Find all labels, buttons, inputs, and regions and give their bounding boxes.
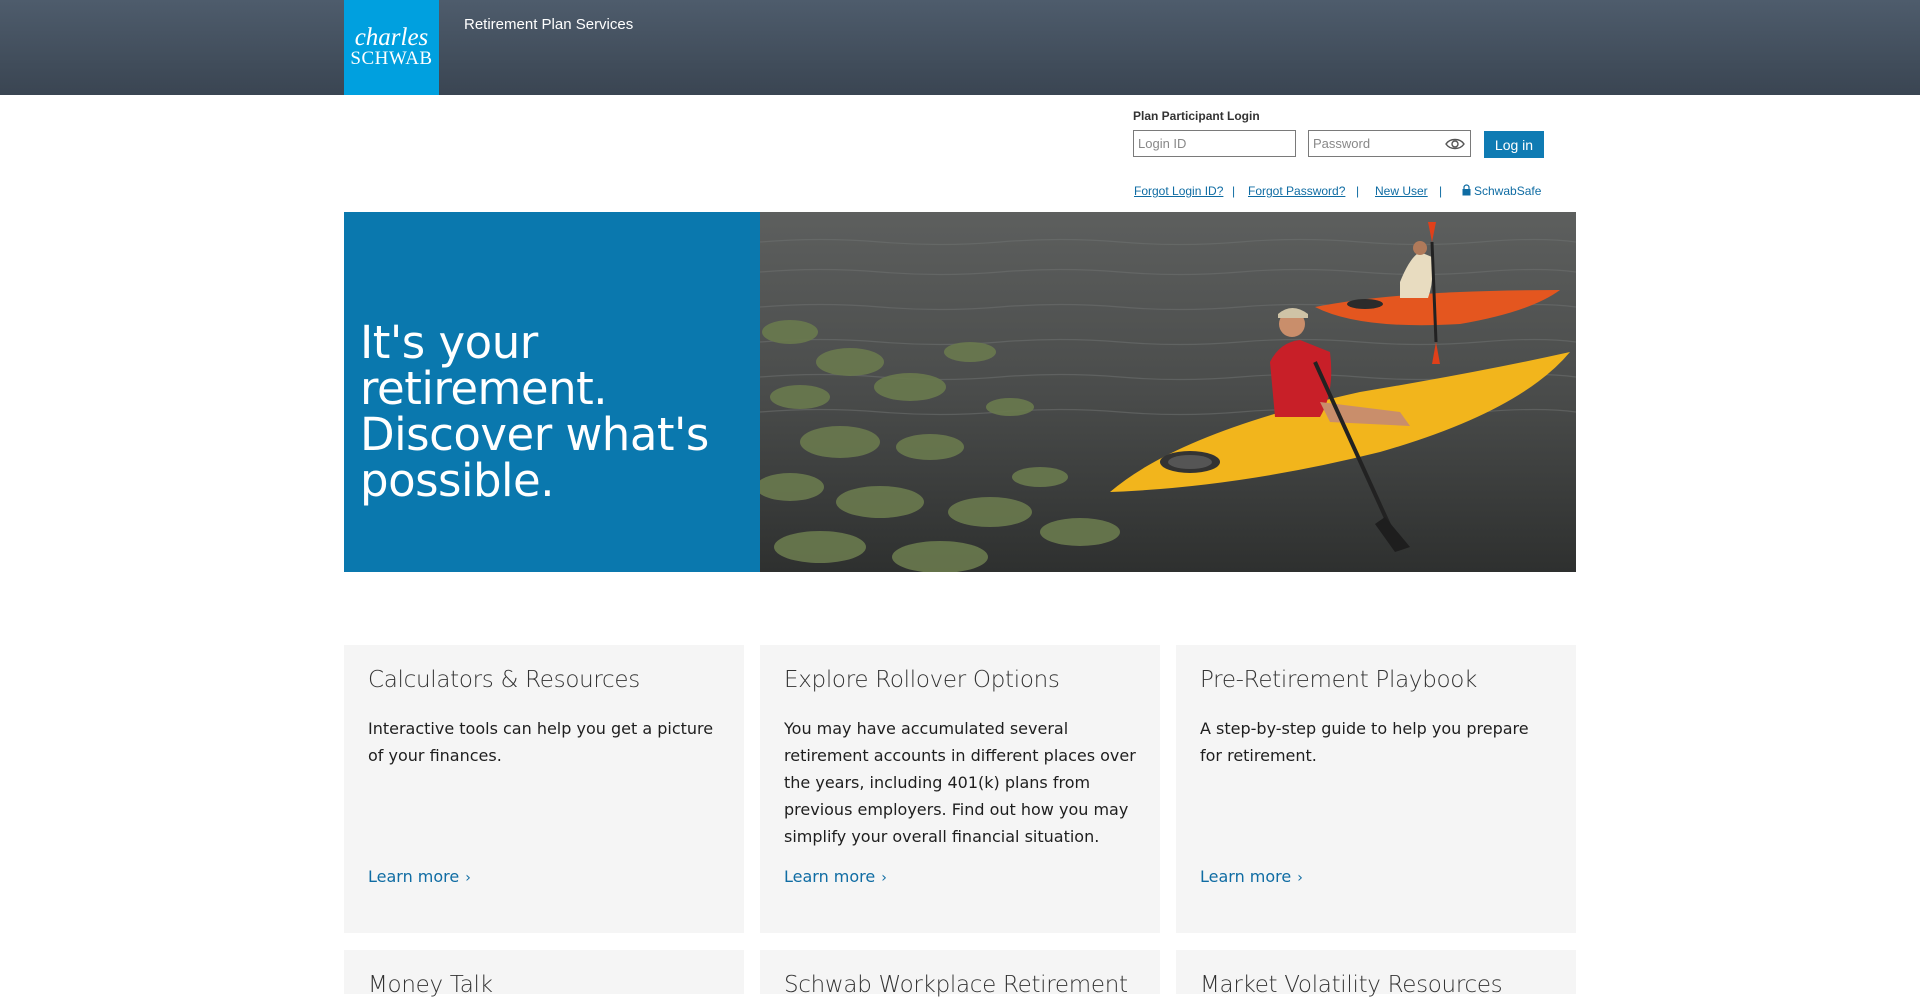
card-title: Schwab Workplace Retirement bbox=[784, 972, 1128, 998]
hero-kayak-photo bbox=[760, 212, 1576, 572]
login-section-label: Plan Participant Login bbox=[1133, 109, 1260, 123]
chevron-right-icon: › bbox=[1297, 870, 1303, 886]
hero-headline: It's your retirement. Discover what's po… bbox=[360, 316, 709, 507]
learn-more-link[interactable]: Learn more › bbox=[368, 867, 471, 886]
card-title: Calculators & Resources bbox=[368, 667, 640, 693]
card-rollover: Explore Rollover Options You may have ac… bbox=[760, 645, 1160, 933]
card-playbook: Pre-Retirement Playbook A step-by-step g… bbox=[1176, 645, 1576, 933]
schwabsafe-link-wrap[interactable]: SchwabSafe bbox=[1462, 184, 1541, 199]
card-title: Money Talk bbox=[368, 972, 493, 998]
learn-more-label: Learn more bbox=[368, 867, 460, 886]
link-separator: | bbox=[1356, 184, 1360, 198]
chevron-right-icon: › bbox=[881, 870, 887, 886]
card-title: Explore Rollover Options bbox=[784, 667, 1060, 693]
card-workplace-retirement: Schwab Workplace Retirement bbox=[760, 950, 1160, 998]
learn-more-link[interactable]: Learn more › bbox=[1200, 867, 1303, 886]
login-button[interactable]: Log in bbox=[1484, 131, 1544, 158]
card-title: Pre-Retirement Playbook bbox=[1200, 667, 1478, 693]
logo-line-1: charles bbox=[354, 23, 429, 51]
forgot-login-id-link[interactable]: Forgot Login ID? bbox=[1134, 184, 1223, 198]
card-body: You may have accumulated several retirem… bbox=[784, 719, 1136, 846]
link-separator: | bbox=[1439, 184, 1443, 198]
site-title: Retirement Plan Services bbox=[464, 16, 634, 33]
forgot-password-link[interactable]: Forgot Password? bbox=[1248, 184, 1345, 198]
card-body: A step-by-step guide to help you prepare… bbox=[1200, 719, 1529, 765]
card-body: Interactive tools can help you get a pic… bbox=[368, 719, 714, 765]
card-money-talk: Money Talk bbox=[344, 950, 744, 998]
learn-more-label: Learn more bbox=[784, 867, 876, 886]
schwabsafe-link[interactable]: SchwabSafe bbox=[1474, 184, 1541, 198]
card-market-volatility: Market Volatility Resources bbox=[1176, 950, 1576, 998]
link-separator: | bbox=[1232, 184, 1236, 198]
learn-more-link[interactable]: Learn more › bbox=[784, 867, 887, 886]
charles-schwab-logo[interactable]: charles SCHWAB bbox=[344, 0, 439, 95]
lock-icon bbox=[1462, 184, 1471, 199]
top-header-bar bbox=[0, 0, 1920, 95]
hero-text-panel: It's your retirement. Discover what's po… bbox=[344, 212, 760, 572]
card-title: Market Volatility Resources bbox=[1200, 972, 1503, 998]
login-id-input[interactable] bbox=[1133, 130, 1296, 157]
learn-more-label: Learn more bbox=[1200, 867, 1292, 886]
hero-banner: It's your retirement. Discover what's po… bbox=[344, 212, 1576, 572]
logo-line-2: SCHWAB bbox=[350, 47, 433, 69]
card-calculators: Calculators & Resources Interactive tool… bbox=[344, 645, 744, 933]
show-password-eye-icon[interactable] bbox=[1444, 136, 1466, 152]
new-user-link[interactable]: New User bbox=[1375, 184, 1428, 198]
chevron-right-icon: › bbox=[465, 870, 471, 886]
